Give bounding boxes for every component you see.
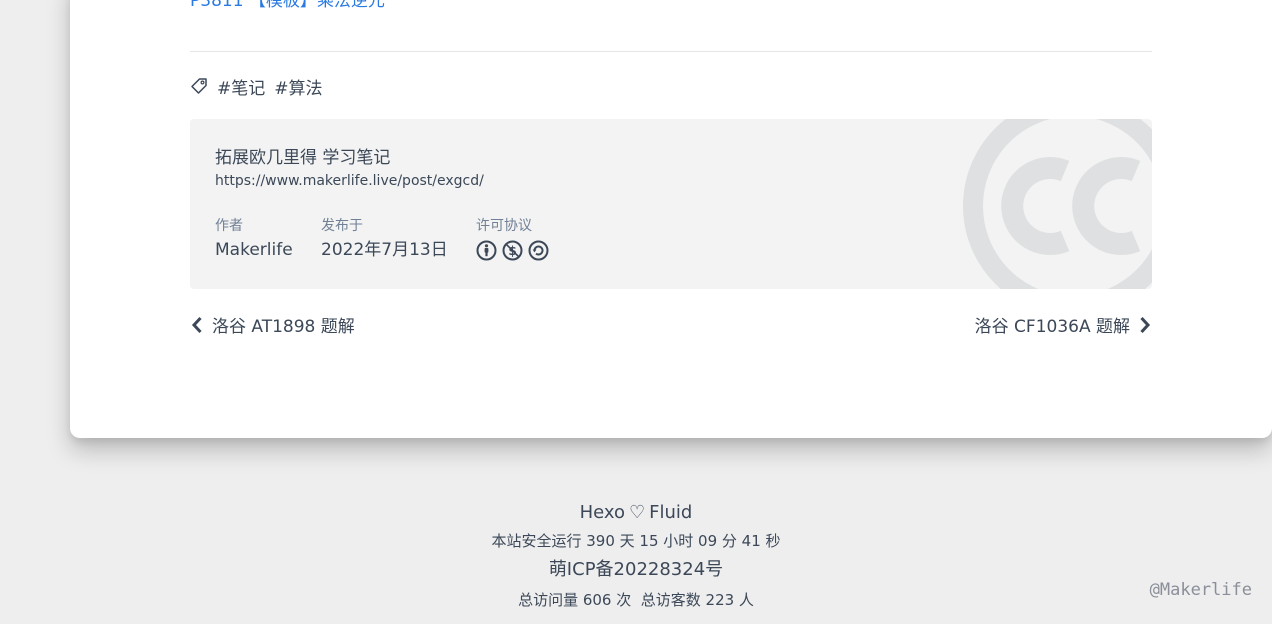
watermark-text: @Makerlife	[1149, 580, 1252, 600]
hexo-link[interactable]: Hexo	[580, 502, 625, 523]
post-card: P3811 【模板】乘法逆元 #笔记 #算法 拓展欧几里得 学习笔记 https…	[70, 0, 1272, 438]
heart-icon: ♡	[629, 502, 646, 523]
site-runtime: 本站安全运行 390 天 15 小时 09 分 41 秒	[491, 532, 781, 550]
tag-link[interactable]: #算法	[274, 74, 322, 99]
site-footer: Hexo ♡ Fluid 本站安全运行 390 天 15 小时 09 分 41 秒 …	[0, 498, 1272, 614]
next-post-title: 洛谷 CF1036A 题解	[974, 317, 1130, 337]
article-link[interactable]: P3811 【模板】乘法逆元	[190, 0, 385, 11]
icp-link[interactable]: 萌ICP备20228324号	[549, 554, 723, 586]
date-label: 发布于	[321, 218, 363, 234]
fluid-link[interactable]: Fluid	[649, 502, 692, 523]
tag-list: #笔记 #算法	[190, 74, 332, 99]
prev-post-title: 洛谷 AT1898 题解	[212, 317, 355, 337]
license-block: 许可协议 $	[476, 215, 549, 263]
date-block: 发布于 2022年7月13日	[321, 215, 448, 263]
divider	[190, 51, 1152, 52]
prev-post-link[interactable]: 洛谷 AT1898 题解	[190, 312, 355, 337]
license-box: 拓展欧几里得 学习笔记 https://www.makerlife.live/p…	[190, 119, 1152, 289]
chevron-right-icon	[1140, 316, 1151, 333]
author-label: 作者	[215, 218, 243, 234]
license-url[interactable]: https://www.makerlife.live/post/exgcd/	[215, 173, 484, 189]
visit-stats: 总访问量 606 次 总访客数 223 人	[518, 591, 754, 609]
cc-by-icon[interactable]	[476, 240, 497, 261]
cc-watermark-icon	[963, 119, 1152, 289]
author-block: 作者 Makerlife	[215, 215, 293, 263]
cc-nc-icon[interactable]: $	[502, 240, 523, 261]
publish-date: 2022年7月13日	[321, 240, 448, 260]
powered-by: Hexo ♡ Fluid	[0, 498, 1272, 528]
cc-sa-icon[interactable]	[528, 240, 549, 261]
license-title: 拓展欧几里得 学习笔记	[215, 148, 391, 168]
license-icons: $	[476, 237, 549, 263]
license-label: 许可协议	[476, 218, 532, 234]
tag-link[interactable]: #笔记	[217, 74, 265, 99]
chevron-left-icon	[191, 316, 202, 333]
tag-icon	[191, 78, 207, 94]
author-name: Makerlife	[215, 240, 293, 260]
next-post-link[interactable]: 洛谷 CF1036A 题解	[975, 312, 1152, 337]
